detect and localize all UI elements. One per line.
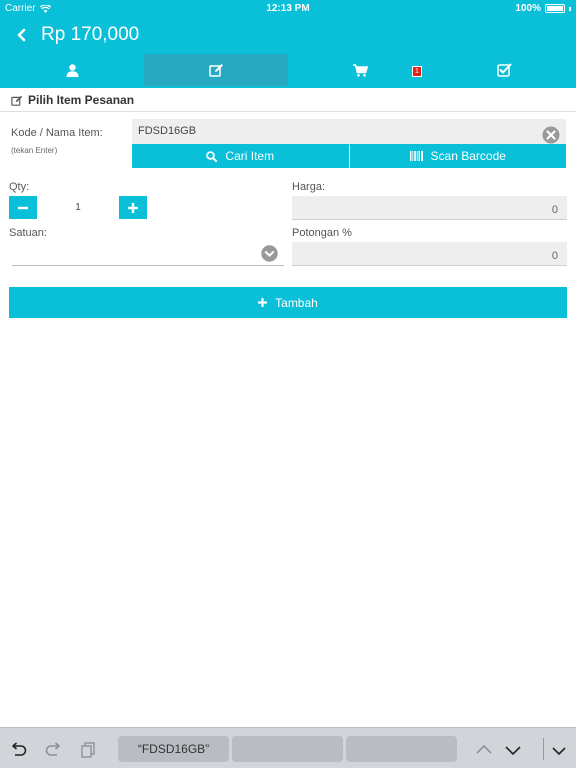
qty-increment-button[interactable] (119, 196, 147, 219)
add-item-button[interactable]: Tambah (9, 287, 567, 318)
paste-icon[interactable] (78, 740, 98, 760)
qty-label: Qty: (9, 181, 30, 193)
tab-cart[interactable]: 1 (288, 54, 432, 86)
tab-bar: 1 (0, 54, 576, 86)
price-value: 0 (551, 204, 558, 216)
chevron-down-icon[interactable] (503, 740, 523, 760)
scan-barcode-label: Scan Barcode (430, 149, 506, 163)
plus-icon (128, 202, 138, 213)
dismiss-keyboard-icon[interactable] (549, 740, 569, 760)
redo-icon[interactable] (43, 740, 63, 760)
search-item-label: Cari Item (225, 149, 275, 163)
discount-value: 0 (551, 250, 558, 262)
cart-count-badge: 1 (412, 66, 422, 77)
item-code-label: Kode / Nama Item: (11, 127, 103, 139)
cart-icon (352, 63, 368, 77)
discount-input[interactable]: 0 (292, 242, 567, 266)
keyboard-bar-divider (543, 738, 544, 760)
unit-label: Satuan: (9, 227, 47, 239)
clear-icon[interactable] (542, 126, 560, 144)
item-action-row: Cari Item Scan Barcode (132, 144, 566, 168)
minus-icon (18, 206, 28, 209)
item-code-input[interactable]: FDSD16GB (132, 119, 566, 145)
section-divider (0, 111, 576, 112)
title-bar: Rp 170,000 (0, 22, 576, 50)
unit-select[interactable] (12, 242, 284, 266)
item-code-hint: (tekan Enter) (11, 146, 58, 155)
battery-tip (569, 6, 571, 11)
back-chevron-icon[interactable] (14, 24, 34, 46)
keyboard-shortcut-bar: “FDSD16GB” (0, 727, 576, 768)
tab-checkout[interactable] (432, 54, 576, 86)
suggestion-3[interactable] (346, 736, 457, 762)
app-header: Carrier 12:13 PM 100% Rp 170,000 1 (0, 0, 576, 88)
edit-icon (208, 64, 223, 77)
page-title: Rp 170,000 (41, 24, 140, 45)
price-label: Harga: (292, 181, 326, 193)
qty-decrement-button[interactable] (9, 196, 37, 219)
checklist-icon (496, 63, 511, 77)
add-item-label: Tambah (275, 295, 318, 310)
status-bar: Carrier 12:13 PM 100% (0, 0, 576, 18)
suggestion-1[interactable]: “FDSD16GB” (118, 736, 229, 762)
suggestion-2[interactable] (232, 736, 343, 762)
chevron-down-icon (261, 245, 278, 262)
qty-input[interactable]: 1 (37, 196, 119, 219)
scan-barcode-button[interactable]: Scan Barcode (349, 144, 566, 168)
battery-icon (545, 4, 565, 13)
status-battery: 100% (515, 3, 571, 14)
plus-icon (258, 298, 268, 307)
search-item-button[interactable]: Cari Item (132, 144, 349, 168)
discount-label: Potongan % (292, 227, 352, 239)
tab-customer[interactable] (0, 54, 144, 86)
edit-icon (11, 95, 23, 106)
undo-icon[interactable] (9, 740, 29, 760)
barcode-icon (409, 151, 423, 161)
search-icon (206, 150, 218, 162)
section-title-text: Pilih Item Pesanan (28, 93, 135, 107)
battery-percent: 100% (515, 3, 541, 14)
price-input[interactable]: 0 (292, 196, 567, 220)
tab-edit-item[interactable] (144, 54, 288, 86)
chevron-up-icon[interactable] (474, 740, 494, 760)
user-icon (66, 63, 78, 77)
section-title: Pilih Item Pesanan (11, 93, 134, 107)
status-time: 12:13 PM (266, 3, 310, 14)
